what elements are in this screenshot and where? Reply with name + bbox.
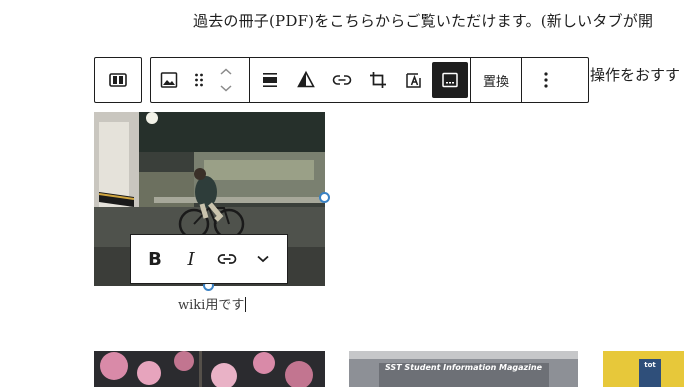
image-caption-field[interactable]: wiki用です <box>178 294 247 313</box>
more-options-icon[interactable] <box>522 62 570 98</box>
link-icon[interactable] <box>324 62 360 98</box>
text-cursor <box>245 297 247 312</box>
bold-button[interactable]: B <box>137 241 173 277</box>
text-overlay-icon[interactable] <box>396 62 432 98</box>
image-icon[interactable] <box>151 62 187 98</box>
align-icon[interactable] <box>252 62 288 98</box>
block-type-icon[interactable] <box>100 62 136 98</box>
caption-icon[interactable] <box>432 62 468 98</box>
block-parent-selector[interactable] <box>94 57 142 103</box>
duotone-icon[interactable] <box>288 62 324 98</box>
caption-text: wiki用です <box>178 298 245 313</box>
drag-handle-icon[interactable] <box>187 62 211 98</box>
replace-button[interactable]: 置換 <box>471 62 521 98</box>
block-toolbar-group-controls <box>250 58 470 102</box>
thumbnail-magazine[interactable]: SST Student Information Magazine <box>349 351 578 387</box>
thumbnail-cherry-blossom[interactable] <box>94 351 325 387</box>
paragraph-text-continued: 操作をおすす <box>590 66 681 84</box>
block-toolbar: 置換 <box>150 57 589 103</box>
link-icon[interactable] <box>209 241 245 277</box>
paragraph-text: 過去の冊子(PDF)をこちらからご覧いただけます。(新しいタブが開 <box>193 12 654 30</box>
thumbnail-magazine-title: SST Student Information Magazine <box>384 363 543 372</box>
thumbnail-tot-label: tot <box>644 361 656 369</box>
crop-icon[interactable] <box>360 62 396 98</box>
thumbnail-tot[interactable]: tot <box>603 351 684 387</box>
move-up-icon[interactable] <box>219 64 233 80</box>
caption-format-toolbar: B I <box>130 234 288 284</box>
block-toolbar-group-mover <box>151 58 241 102</box>
chevron-down-icon[interactable] <box>245 241 281 277</box>
move-down-icon[interactable] <box>219 80 233 96</box>
resize-handle-right[interactable] <box>319 192 330 203</box>
italic-button[interactable]: I <box>173 241 209 277</box>
